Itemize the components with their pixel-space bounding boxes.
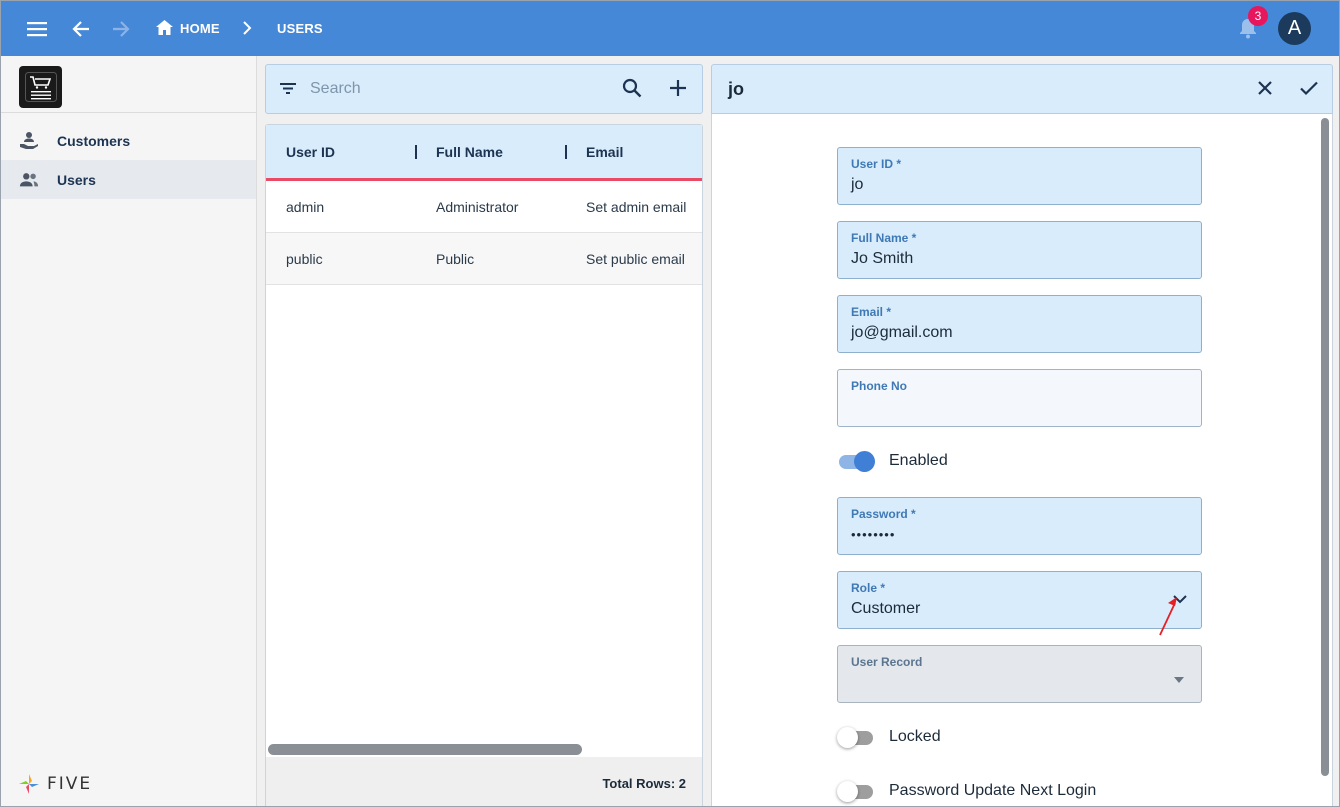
table-header: User ID Full Name Email [266, 125, 702, 181]
full-name-field[interactable]: Full Name * Jo Smith [837, 221, 1202, 279]
field-label: Password * [851, 507, 916, 521]
cell-email: Set admin email [586, 199, 687, 215]
app-window: HOME USERS 3 A Customers Users FIVE Sear… [0, 0, 1340, 807]
top-bar: HOME USERS 3 A [1, 1, 1339, 56]
back-arrow-icon[interactable] [66, 14, 96, 44]
enabled-toggle[interactable] [837, 450, 875, 474]
locked-toggle[interactable] [837, 726, 875, 750]
avatar[interactable]: A [1278, 12, 1311, 45]
breadcrumb-home[interactable]: HOME [180, 21, 220, 36]
table-footer: Total Rows: 2 [266, 757, 702, 806]
field-value: jo@gmail.com [851, 324, 953, 341]
cell-user-id: admin [286, 199, 325, 215]
toggle-knob [837, 781, 858, 802]
field-label: Role * [851, 581, 886, 595]
sidebar: Customers Users FIVE [1, 56, 257, 806]
field-label: Phone No [851, 379, 907, 393]
forward-arrow-icon[interactable] [106, 14, 136, 44]
sidebar-item-users[interactable]: Users [1, 160, 256, 199]
sidebar-item-label: Customers [57, 132, 131, 149]
cell-email: Set public email [586, 251, 685, 267]
field-value: •••••••• [851, 527, 896, 542]
field-label: User Record [851, 655, 923, 669]
notification-badge: 3 [1248, 6, 1268, 26]
breadcrumb-users[interactable]: USERS [277, 21, 323, 36]
total-rows: Total Rows: 2 [602, 776, 686, 791]
check-icon[interactable] [1298, 77, 1320, 104]
add-icon[interactable] [667, 77, 689, 104]
chevron-right-icon [242, 21, 252, 40]
user-id-field[interactable]: User ID * jo [837, 147, 1202, 205]
field-value: Customer [851, 600, 921, 617]
toggle-knob [837, 727, 858, 748]
users-table: User ID Full Name Email admin Administra… [265, 124, 703, 806]
home-icon[interactable] [156, 20, 173, 40]
close-icon[interactable] [1254, 77, 1276, 104]
form-header: jo [711, 64, 1333, 114]
column-header-email[interactable]: Email [586, 144, 623, 160]
table-row[interactable]: public Public Set public email [266, 233, 702, 285]
search-input[interactable] [310, 77, 610, 101]
sidebar-item-customers[interactable]: Customers [1, 121, 256, 160]
cell-full-name: Administrator [436, 199, 519, 215]
search-bar [265, 64, 703, 114]
cell-user-id: public [286, 251, 323, 267]
field-value: Jo Smith [851, 250, 914, 267]
phone-field[interactable]: Phone No [837, 369, 1202, 427]
app-logo-cart-icon [19, 66, 62, 108]
email-field[interactable]: Email * jo@gmail.com [837, 295, 1202, 353]
caret-down-icon[interactable] [1172, 671, 1186, 689]
brand-name: FIVE [47, 774, 93, 794]
role-select[interactable]: Role * Customer [837, 571, 1202, 629]
five-logo-icon [19, 774, 39, 794]
column-header-full-name[interactable]: Full Name [436, 144, 503, 160]
menu-icon[interactable] [22, 14, 52, 44]
vertical-scrollbar[interactable] [1321, 118, 1329, 776]
column-resizer[interactable] [565, 145, 567, 159]
horizontal-scrollbar[interactable] [268, 744, 582, 755]
password-field[interactable]: Password * •••••••• [837, 497, 1202, 555]
filter-icon[interactable] [278, 78, 298, 103]
field-value: jo [851, 176, 864, 193]
user-record-select[interactable]: User Record [837, 645, 1202, 703]
field-label: User ID * [851, 157, 902, 171]
sidebar-divider [1, 112, 257, 113]
locked-label: Locked [889, 728, 941, 745]
column-resizer[interactable] [415, 145, 417, 159]
column-header-user-id[interactable]: User ID [286, 144, 335, 160]
field-label: Email * [851, 305, 892, 319]
customer-hand-icon [19, 131, 39, 151]
table-row[interactable]: admin Administrator Set admin email [266, 181, 702, 233]
field-label: Full Name * [851, 231, 917, 245]
form-body [711, 114, 1333, 806]
form-title: jo [728, 79, 744, 99]
cell-full-name: Public [436, 251, 475, 267]
brand-logo: FIVE [17, 772, 92, 796]
annotation-arrow-icon [1157, 591, 1179, 642]
password-update-toggle[interactable] [837, 780, 875, 804]
password-update-label: Password Update Next Login [889, 782, 1097, 799]
sidebar-item-label: Users [57, 171, 96, 188]
enabled-label: Enabled [889, 452, 948, 469]
search-icon[interactable] [621, 77, 643, 104]
toggle-knob [854, 451, 875, 472]
users-group-icon [19, 170, 39, 190]
